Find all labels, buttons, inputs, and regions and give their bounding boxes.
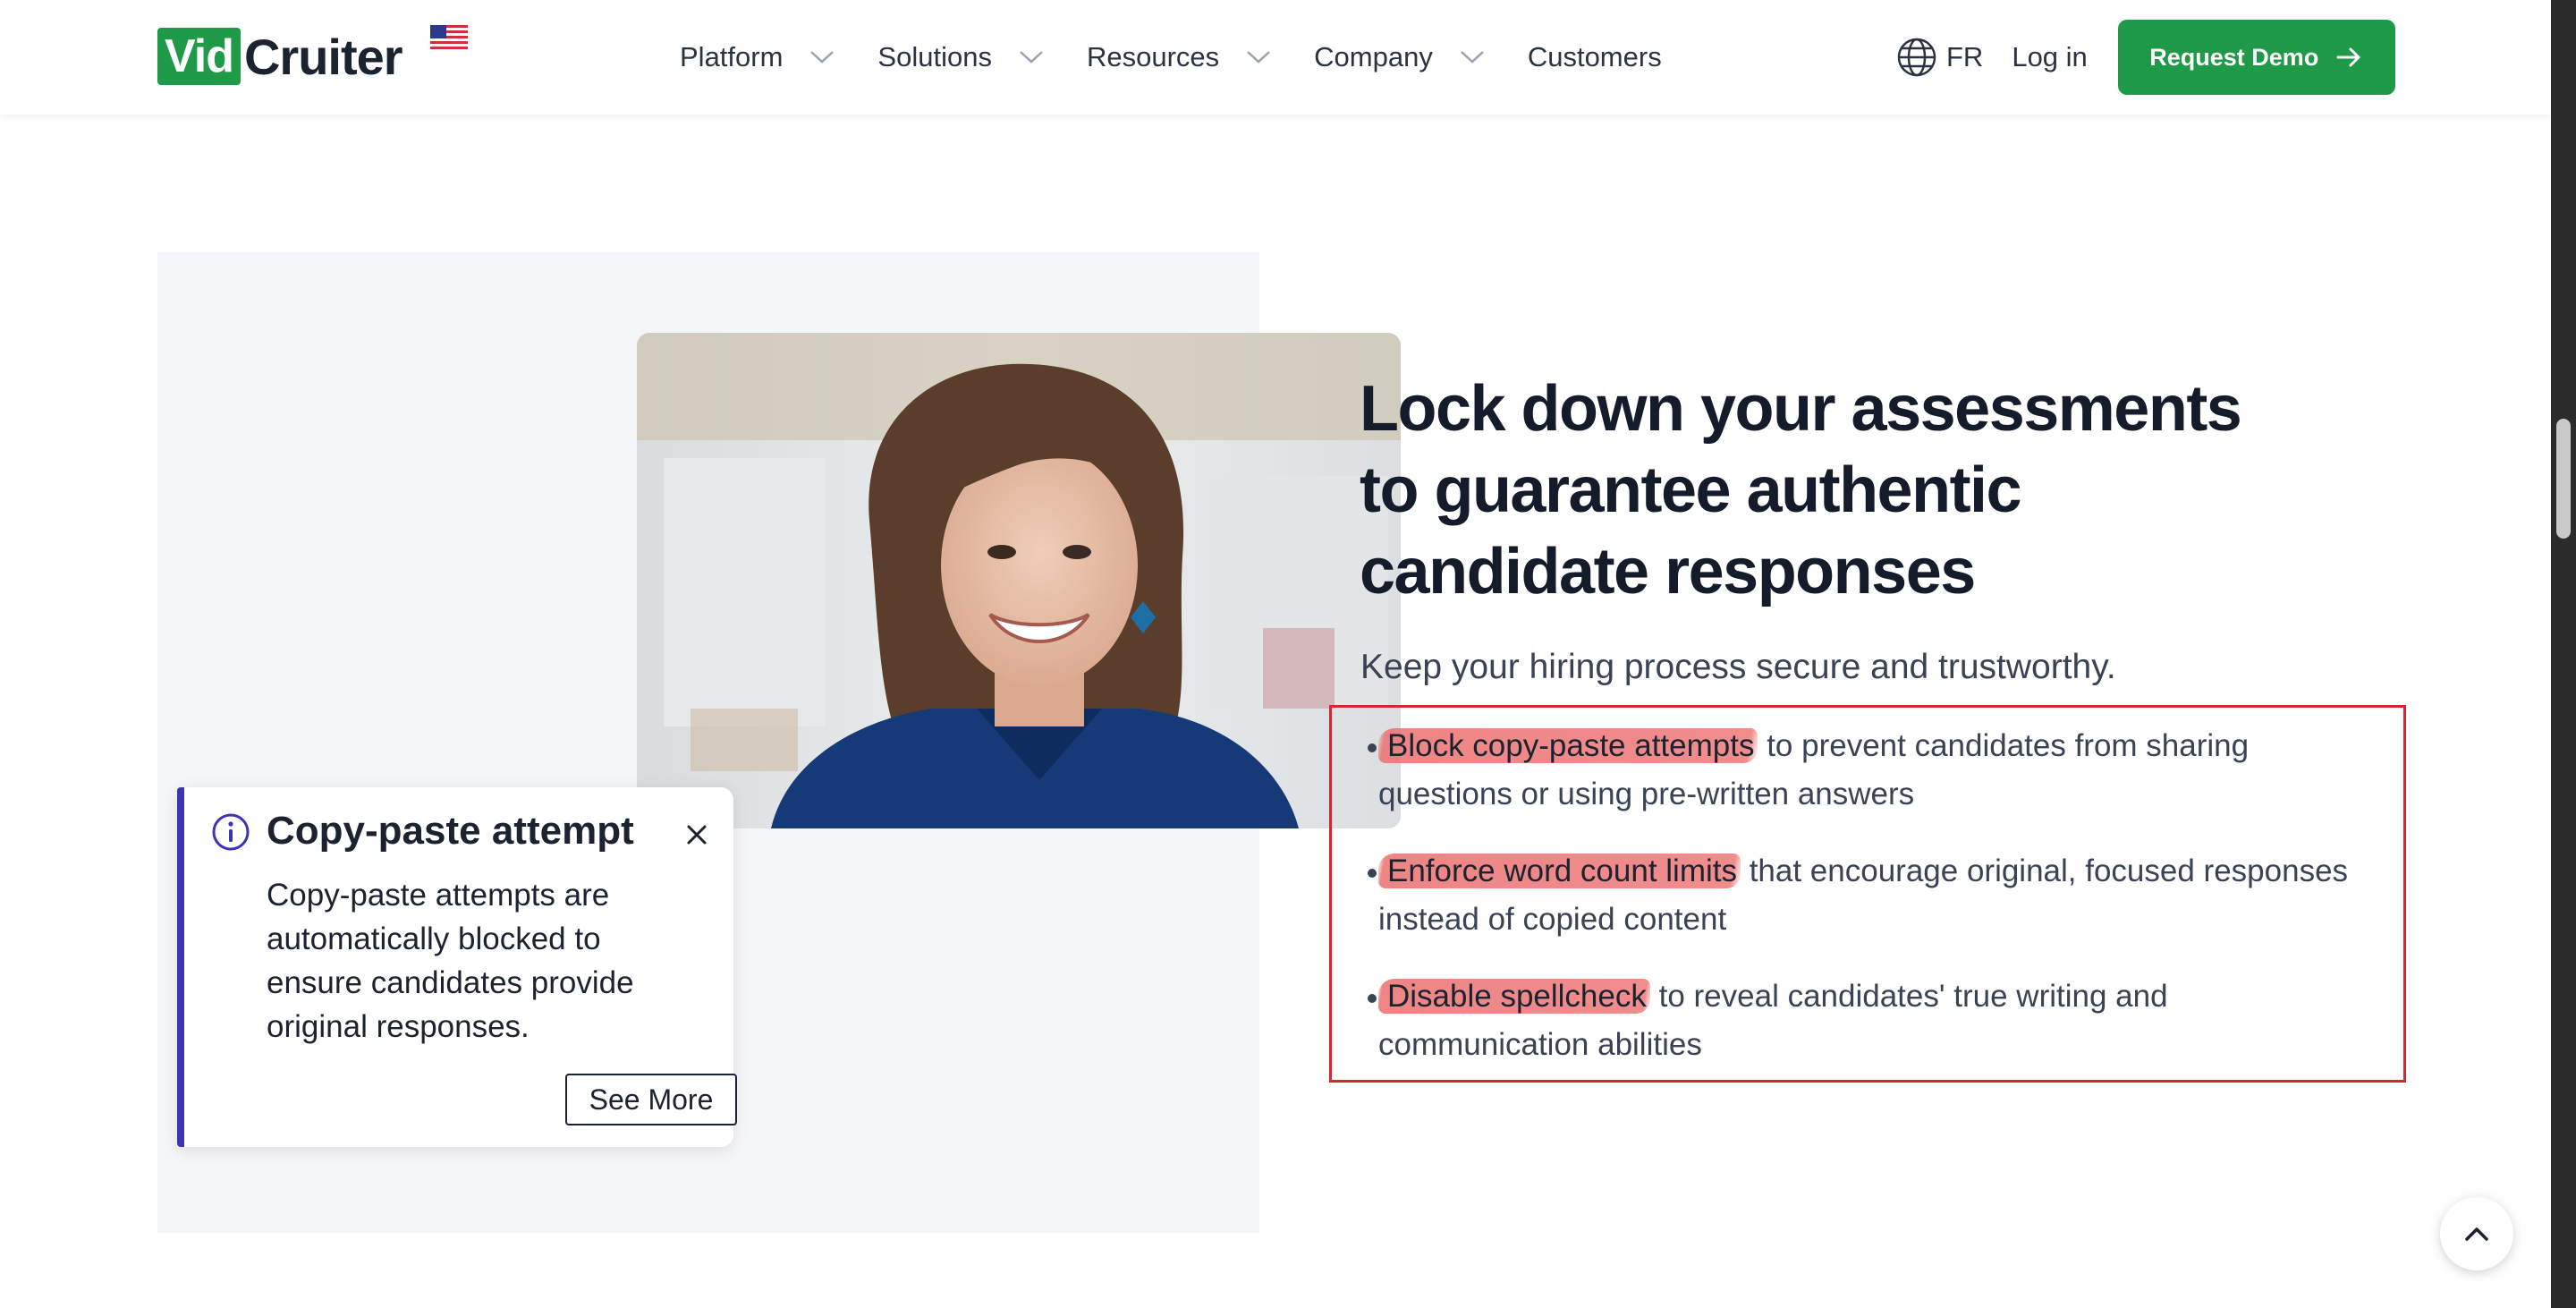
highlighted-phrase: Enforce word count limits [1378, 854, 1741, 888]
list-item: Enforce word count limits that encourage… [1368, 847, 2380, 944]
bullet-dot [1368, 869, 1377, 878]
globe-icon [1897, 38, 1936, 77]
us-flag-icon[interactable] [430, 25, 468, 52]
request-demo-button[interactable]: Request Demo [2117, 20, 2395, 95]
request-demo-label: Request Demo [2149, 43, 2319, 71]
notice-title: Copy-paste attempt [267, 809, 634, 853]
nav-solutions[interactable]: Solutions [877, 41, 1044, 73]
chevron-down-icon [1020, 51, 1043, 64]
nav-label: Company [1314, 41, 1433, 72]
nav-label: Resources [1086, 41, 1220, 72]
header-actions: FR Log in Request Demo [1896, 0, 2395, 115]
highlighted-feature-list: Block copy-paste attempts to prevent can… [1329, 705, 2406, 1083]
site-header: Vid Cruiter Platform Solutions Resources… [0, 0, 2551, 115]
smiling-candidate-photo [637, 333, 1401, 828]
media-panel: Copy-paste attempt Copy-paste attempts a… [157, 252, 1401, 1233]
nav-label: Customers [1527, 41, 1662, 72]
scrollbar-thumb[interactable] [2556, 419, 2571, 539]
chevron-down-icon [1247, 51, 1270, 64]
arrow-right-icon [2336, 47, 2360, 67]
language-label: FR [1946, 41, 1984, 72]
info-icon [212, 813, 250, 851]
bullet-dot [1368, 743, 1377, 752]
nav-label: Platform [680, 41, 784, 72]
nav-company[interactable]: Company [1314, 41, 1485, 73]
nav-customers[interactable]: Customers [1528, 41, 1662, 73]
language-switcher[interactable]: FR [1896, 37, 1983, 78]
highlighted-phrase: Block copy-paste attempts [1378, 728, 1758, 763]
see-more-button[interactable]: See More [565, 1074, 737, 1125]
bullet-dot [1368, 994, 1377, 1003]
login-link[interactable]: Log in [2012, 41, 2087, 73]
section-subhead: Keep your hiring process secure and trus… [1360, 648, 2116, 686]
back-to-top-button[interactable] [2440, 1197, 2513, 1270]
chevron-down-icon [1460, 51, 1484, 64]
chevron-up-icon [2465, 1227, 2488, 1241]
list-item: Block copy-paste attempts to prevent can… [1368, 722, 2380, 819]
nav-platform[interactable]: Platform [680, 41, 835, 73]
page-scrollbar[interactable] [2551, 0, 2576, 1308]
list-item: Disable spellcheck to reveal candidates'… [1368, 973, 2380, 1069]
logo-vid-mark: Vid [157, 28, 241, 85]
copy-paste-notice: Copy-paste attempt Copy-paste attempts a… [177, 787, 737, 1147]
section-headline: Lock down your assessments to guarantee … [1360, 373, 2242, 607]
close-icon[interactable] [685, 823, 708, 846]
notice-body: Copy-paste attempts are automatically bl… [267, 878, 634, 1044]
chevron-down-icon [810, 51, 835, 64]
main-nav: Platform Solutions Resources Company Cus… [680, 0, 1705, 115]
logo-wordmark: Cruiter [243, 28, 403, 85]
nav-label: Solutions [877, 41, 992, 72]
nav-resources[interactable]: Resources [1087, 41, 1271, 73]
vidcruiter-logo[interactable]: Vid Cruiter [157, 27, 403, 86]
highlighted-phrase: Disable spellcheck [1378, 979, 1650, 1014]
